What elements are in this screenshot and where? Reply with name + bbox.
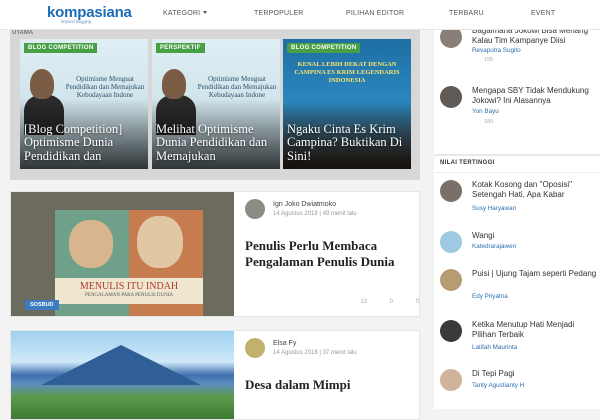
category-badge[interactable]: BLOG COMPETITION (24, 43, 98, 53)
comment-count: 0 (415, 299, 419, 305)
article-card[interactable]: Elsa Fy 14 Agustus 2018 | 37 menit lalu … (10, 330, 420, 420)
sidebar-item-count: 180 (484, 119, 494, 125)
author-name[interactable]: Elsa Fy (273, 340, 296, 347)
nav-terpopuler[interactable]: TERPOPULER (254, 10, 303, 17)
card-image-teaser: Optimisme Menguat Pendidikan dan Memajuk… (65, 75, 145, 99)
author-name[interactable]: Ign Joko Dwiatmoko (273, 201, 336, 208)
sidebar-item-author[interactable]: Latifah Maurinta (472, 344, 517, 351)
author-avatar[interactable] (440, 231, 462, 253)
book-subtitle-text: PENGALAMAN PARA PENULIS DUNIA (84, 293, 174, 298)
nav-pilihan-editor[interactable]: PILIHAN EDITOR (346, 10, 404, 17)
featured-section-label: UTAMA (12, 30, 34, 36)
article-thumbnail[interactable]: MENULIS ITU INDAH PENGALAMAN PARA PENULI… (11, 192, 234, 316)
portrait-right (137, 216, 183, 268)
chevron-down-icon (203, 11, 208, 14)
sidebar-item-count: 195 (484, 57, 494, 63)
featured-card[interactable]: Optimisme Menguat Pendidikan dan Memajuk… (20, 39, 148, 169)
author-avatar[interactable] (440, 369, 462, 391)
author-avatar[interactable] (440, 320, 462, 342)
nav-kategori[interactable]: KATEGORI (163, 10, 208, 17)
author-avatar[interactable] (440, 180, 462, 202)
nav-event[interactable]: EVENT (531, 10, 555, 17)
sidebar-item-author[interactable]: Katedrarajawen (472, 243, 516, 250)
featured-card[interactable]: KENAL LEBIH DEKAT DENGAN CAMPINA ES KRIM… (283, 39, 411, 169)
featured-section: UTAMA Optimisme Menguat Pendidikan dan M… (10, 30, 420, 180)
sidebar-item-author[interactable]: Susy Haryawan (472, 205, 516, 212)
author-avatar[interactable] (245, 199, 265, 219)
person-head (30, 69, 54, 99)
article-card[interactable]: MENULIS ITU INDAH PENGALAMAN PARA PENULI… (10, 191, 420, 317)
article-thumbnail[interactable] (11, 331, 234, 419)
kompasiana-logo[interactable]: kompasiana beyond blogging (47, 4, 132, 24)
category-badge[interactable]: SOSBUD (25, 300, 59, 310)
card-image-teaser: Optimisme Menguat Pendidikan dan Memajuk… (197, 75, 277, 99)
author-avatar[interactable] (245, 338, 265, 358)
sidebar-item-title[interactable]: Ketika Menutup Hati Menjadi Pilihan Terb… (472, 320, 598, 339)
author-avatar[interactable] (440, 86, 462, 108)
sidebar-item-author[interactable]: Tanty Agustianty H (472, 382, 524, 389)
views-count: 13 (360, 299, 367, 305)
card-title[interactable]: Melihat Optimisme Dunia Pendidikan dan M… (156, 122, 278, 164)
card-title[interactable]: Ngaku Cinta Es Krim Campina? Buktikan Di… (287, 122, 409, 164)
card-image-teaser: KENAL LEBIH DEKAT DENGAN CAMPINA ES KRIM… (294, 61, 400, 84)
section-divider (434, 172, 600, 173)
section-divider (434, 154, 600, 156)
person-head (162, 69, 186, 99)
sidebar-item-author[interactable]: Revaputra Sugito (472, 47, 521, 54)
mountain-shape (41, 345, 201, 385)
sidebar-item-title[interactable]: Di Tepi Pagi (472, 369, 598, 379)
post-date: 14 Agustus 2018 | 37 menit lalu (273, 350, 357, 356)
sidebar-item-author[interactable]: Edy Priyatna (472, 293, 508, 300)
book-title-text: MENULIS ITU INDAH (79, 281, 179, 292)
card-title[interactable]: [Blog Competition] Optimisme Dunia Pendi… (24, 122, 146, 164)
sidebar: Bagaimana Jokowi Bisa Menang Kalau Tim K… (434, 26, 600, 409)
post-date: 14 Agustus 2018 | 49 menit lalu (273, 211, 357, 217)
nav-terbaru[interactable]: TERBARU (449, 10, 484, 17)
article-title[interactable]: Penulis Perlu Membaca Pengalaman Penulis… (245, 238, 415, 270)
top-navigation-bar: kompasiana beyond blogging KATEGORI TERP… (0, 0, 600, 30)
portrait-left (69, 220, 113, 268)
rating-count: 0 (389, 299, 393, 305)
sidebar-item-title[interactable]: Mengapa SBY Tidak Mendukung Jokowi? Ini … (472, 86, 598, 105)
sidebar-item-title[interactable]: Wangi (472, 231, 598, 241)
author-avatar[interactable] (440, 269, 462, 291)
sidebar-item-title[interactable]: Kotak Kosong dan "Oposisi" Setengah Hati… (472, 180, 598, 199)
featured-card[interactable]: Optimisme Menguat Pendidikan dan Memajuk… (152, 39, 280, 169)
article-title[interactable]: Desa dalam Mimpi (245, 377, 415, 393)
sidebar-item-author[interactable]: Yon Bayu (472, 108, 499, 115)
article-stats: 13 0 0 (341, 299, 419, 305)
section-title: NILAI TERTINGGI (440, 160, 495, 166)
category-badge[interactable]: BLOG COMPETITION (287, 43, 361, 53)
sidebar-item-title[interactable]: Puisi | Ujung Tajam seperti Pedang (472, 269, 598, 279)
category-badge[interactable]: PERSPEKTIF (156, 43, 205, 53)
nav-kategori-label: KATEGORI (163, 10, 201, 17)
